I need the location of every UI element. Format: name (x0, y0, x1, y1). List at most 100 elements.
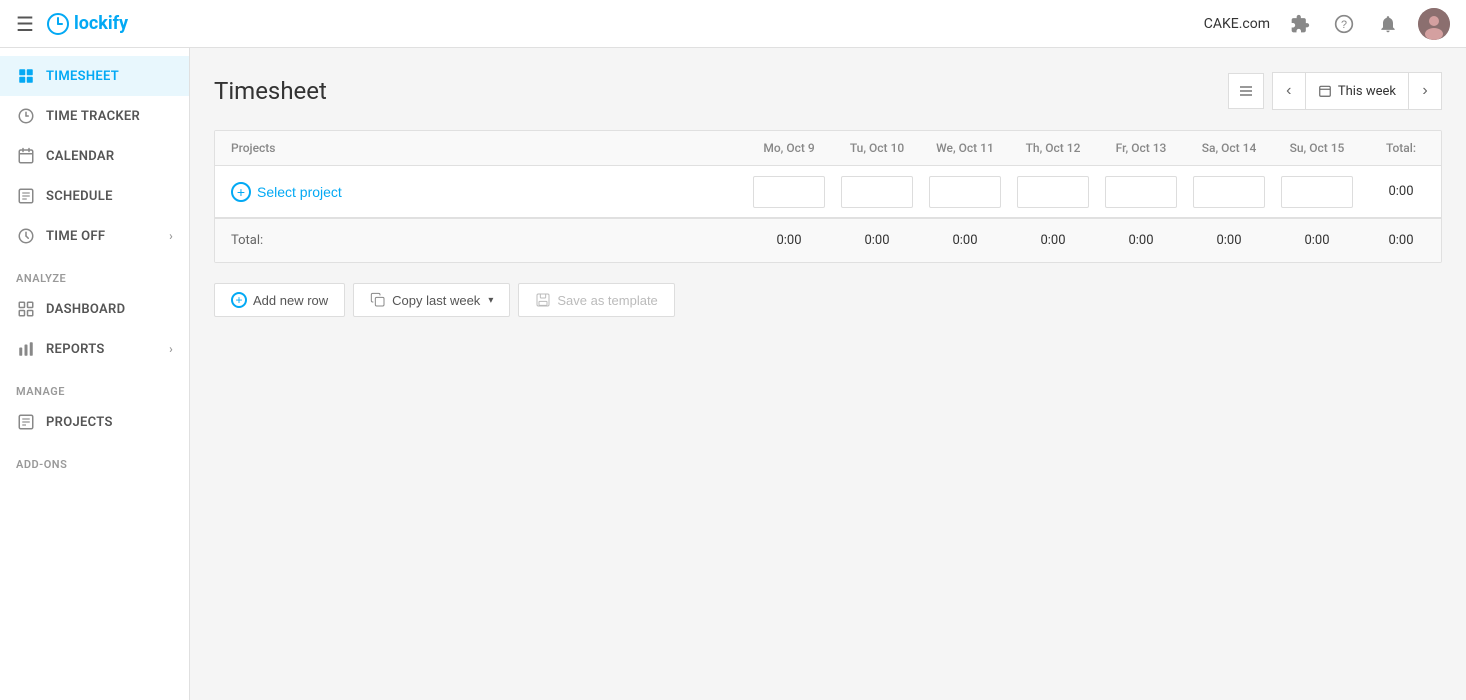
time-off-chevron: › (169, 229, 173, 243)
total-thu: 0:00 (1009, 233, 1097, 248)
time-off-icon (16, 226, 36, 246)
sat-input[interactable] (1193, 176, 1265, 208)
action-buttons: + Add new row Copy last week ▾ Save as t… (214, 283, 1442, 317)
avatar[interactable] (1418, 8, 1450, 40)
help-icon[interactable]: ? (1330, 10, 1358, 38)
timesheet-icon (16, 66, 36, 86)
col-fri: Fr, Oct 13 (1097, 131, 1185, 165)
fri-cell (1097, 172, 1185, 212)
table-header: Projects Mo, Oct 9 Tu, Oct 10 We, Oct 11… (215, 131, 1441, 166)
manage-section-label: MANAGE (0, 369, 189, 402)
week-label[interactable]: This week (1305, 73, 1409, 109)
total-sat: 0:00 (1185, 233, 1273, 248)
sun-input[interactable] (1281, 176, 1353, 208)
addons-section-label: ADD-ONS (0, 442, 189, 475)
mon-cell (745, 172, 833, 212)
sidebar-label-projects: PROJECTS (46, 415, 113, 430)
page-title: Timesheet (214, 77, 1228, 105)
sidebar-label-time-tracker: TIME TRACKER (46, 109, 140, 124)
add-row-label: Add new row (253, 293, 328, 308)
plus-icon: + (231, 182, 251, 202)
company-name: CAKE.com (1204, 16, 1270, 32)
sidebar-label-timesheet: TIMESHEET (46, 69, 119, 84)
col-thu: Th, Oct 12 (1009, 131, 1097, 165)
calendar-icon (16, 146, 36, 166)
fri-input[interactable] (1105, 176, 1177, 208)
row-total: 0:00 (1361, 180, 1441, 203)
totals-row: Total: 0:00 0:00 0:00 0:00 0:00 0:00 0:0… (215, 218, 1441, 262)
copy-icon (370, 292, 386, 308)
logo-text: lockify (74, 13, 128, 34)
mon-input[interactable] (753, 176, 825, 208)
next-week-button[interactable]: › (1409, 73, 1441, 109)
total-fri: 0:00 (1097, 233, 1185, 248)
menu-icon[interactable]: ☰ (16, 12, 34, 36)
sidebar-item-projects[interactable]: PROJECTS (0, 402, 189, 442)
analyze-section-label: ANALYZE (0, 256, 189, 289)
save-template-button[interactable]: Save as template (518, 283, 674, 317)
list-view-button[interactable] (1228, 73, 1264, 109)
col-wed: We, Oct 11 (921, 131, 1009, 165)
time-tracker-icon (16, 106, 36, 126)
sidebar-item-time-tracker[interactable]: TIME TRACKER (0, 96, 189, 136)
totals-label: Total: (215, 233, 745, 248)
sidebar-item-timesheet[interactable]: TIMESHEET (0, 56, 189, 96)
main-content: Timesheet ‹ This (190, 48, 1466, 700)
tue-input[interactable] (841, 176, 913, 208)
add-row-icon: + (231, 292, 247, 308)
thu-input[interactable] (1017, 176, 1089, 208)
calendar-nav-icon (1318, 84, 1332, 98)
select-project-button[interactable]: + Select project (231, 182, 342, 202)
table-row: + Select project (215, 166, 1441, 218)
sidebar-item-schedule[interactable]: SCHEDULE (0, 176, 189, 216)
col-mon: Mo, Oct 9 (745, 131, 833, 165)
add-row-button[interactable]: + Add new row (214, 283, 345, 317)
wed-cell (921, 172, 1009, 212)
logo[interactable]: lockify (46, 12, 128, 36)
col-total: Total: (1361, 131, 1441, 165)
dashboard-icon (16, 299, 36, 319)
reports-icon (16, 339, 36, 359)
total-wed: 0:00 (921, 233, 1009, 248)
col-sun: Su, Oct 15 (1273, 131, 1361, 165)
sidebar-label-dashboard: DASHBOARD (46, 302, 125, 317)
svg-text:?: ? (1341, 19, 1347, 31)
notification-icon[interactable] (1374, 10, 1402, 38)
copy-last-week-button[interactable]: Copy last week ▾ (353, 283, 510, 317)
sidebar-label-time-off: TIME OFF (46, 229, 105, 244)
week-navigation: ‹ This week › (1272, 72, 1442, 110)
logo-icon (46, 12, 70, 36)
tue-cell (833, 172, 921, 212)
sat-cell (1185, 172, 1273, 212)
copy-last-week-label: Copy last week (392, 293, 480, 308)
wed-input[interactable] (929, 176, 1001, 208)
sidebar-label-calendar: CALENDAR (46, 149, 114, 164)
total-mon: 0:00 (745, 233, 833, 248)
project-cell: + Select project (215, 174, 745, 210)
puzzle-icon[interactable] (1286, 10, 1314, 38)
thu-cell (1009, 172, 1097, 212)
projects-icon (16, 412, 36, 432)
total-sun: 0:00 (1273, 233, 1361, 248)
week-display: This week (1338, 84, 1396, 99)
sidebar: TIMESHEET TIME TRACKER CALENDAR SCHEDULE… (0, 48, 190, 700)
save-icon (535, 292, 551, 308)
sidebar-label-schedule: SCHEDULE (46, 189, 113, 204)
total-tue: 0:00 (833, 233, 921, 248)
sidebar-item-reports[interactable]: REPORTS › (0, 329, 189, 369)
list-icon (1238, 83, 1254, 99)
sidebar-item-time-off[interactable]: TIME OFF › (0, 216, 189, 256)
save-template-label: Save as template (557, 293, 657, 308)
select-project-label: Select project (257, 184, 342, 200)
col-projects: Projects (215, 131, 745, 165)
schedule-icon (16, 186, 36, 206)
sidebar-item-calendar[interactable]: CALENDAR (0, 136, 189, 176)
col-sat: Sa, Oct 14 (1185, 131, 1273, 165)
reports-chevron: › (169, 342, 173, 356)
prev-week-button[interactable]: ‹ (1273, 73, 1305, 109)
timesheet-table: Projects Mo, Oct 9 Tu, Oct 10 We, Oct 11… (214, 130, 1442, 263)
sidebar-item-dashboard[interactable]: DASHBOARD (0, 289, 189, 329)
dropdown-arrow: ▾ (488, 295, 493, 306)
sidebar-label-reports: REPORTS (46, 342, 105, 357)
sun-cell (1273, 172, 1361, 212)
